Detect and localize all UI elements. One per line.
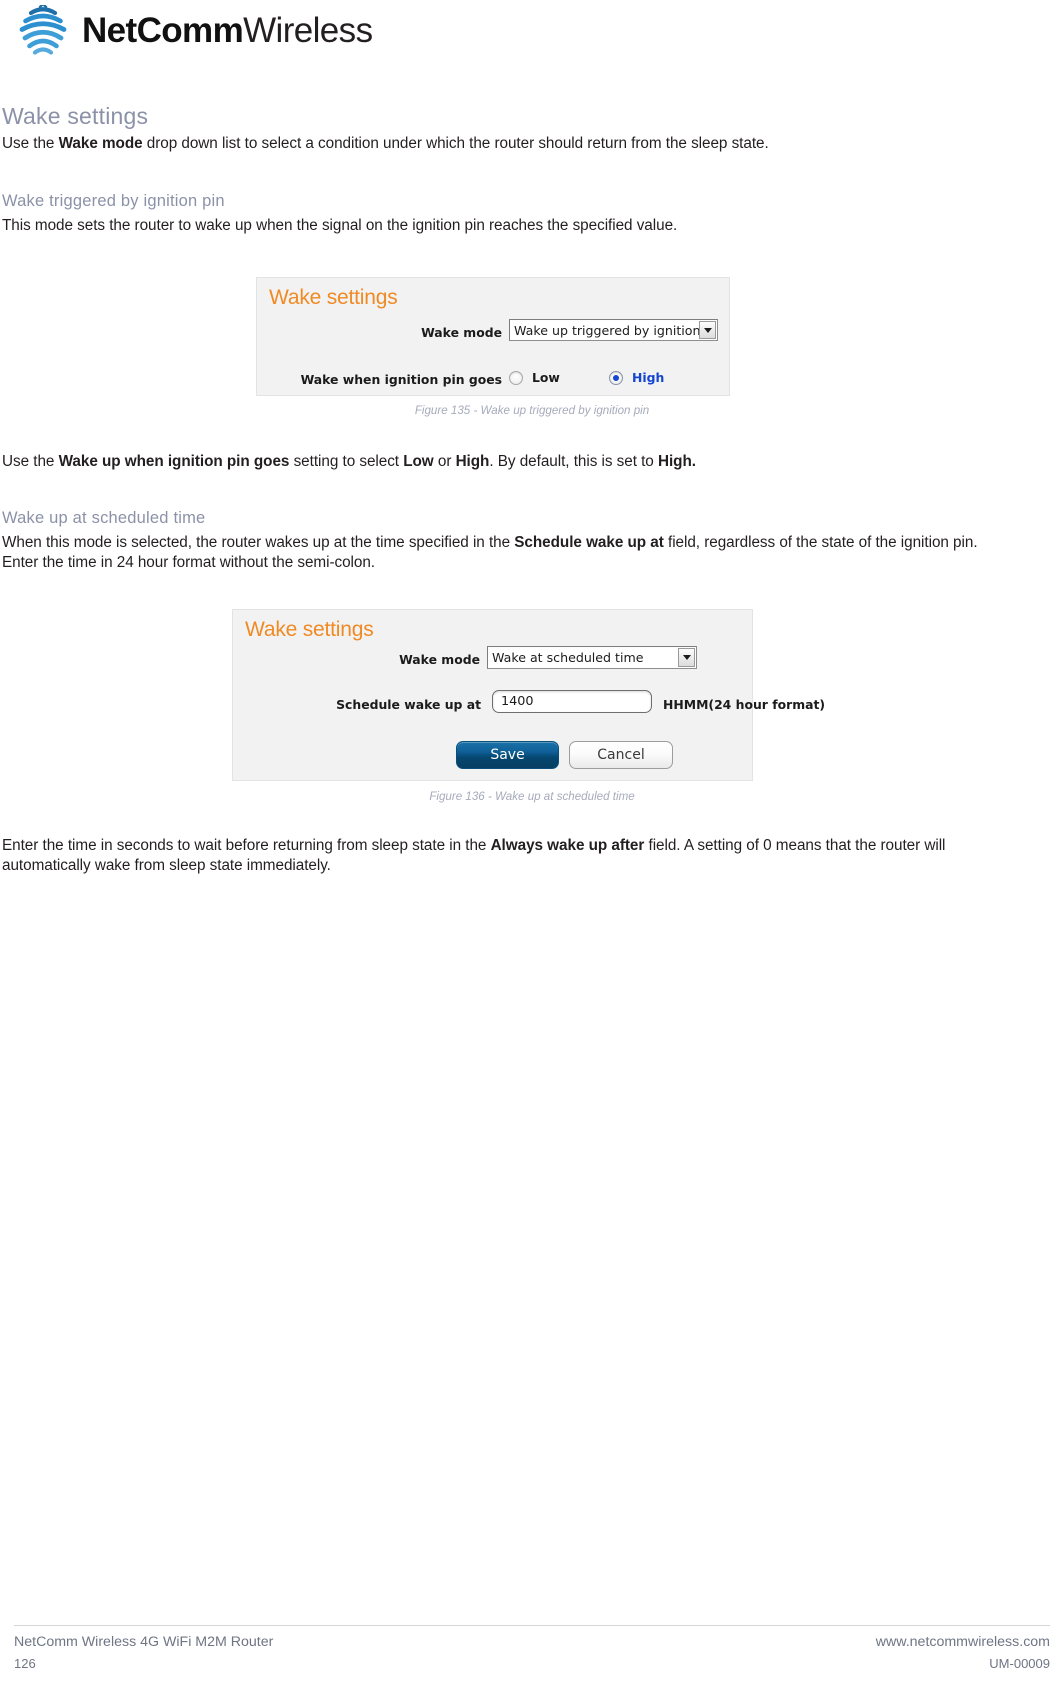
brand-name-light: Wireless	[243, 10, 373, 50]
p3-term-schedule: Schedule wake up at	[514, 534, 664, 551]
time-format-hint: HHMM(24 hour format)	[663, 697, 826, 712]
radio-low-indicator[interactable]	[509, 370, 523, 385]
chevron-down-icon[interactable]	[699, 321, 716, 339]
wake-mode-select-2[interactable]: Wake at scheduled time	[487, 646, 697, 669]
wake-mode-select[interactable]: Wake up triggered by ignition pin	[509, 319, 718, 341]
intro-text-post: drop down list to select a condition und…	[142, 135, 769, 152]
p2-term-low: Low	[403, 453, 434, 470]
p4-term-always-wake: Always wake up after	[490, 837, 645, 854]
brand-name-bold: NetComm	[82, 10, 244, 50]
wake-mode-label: Wake mode	[421, 325, 502, 340]
wifi-signal-arcs-icon	[14, 5, 72, 55]
schedule-wake-up-at-input[interactable]: 1400	[492, 690, 652, 713]
wake-when-ignition-pin-goes-label: Wake when ignition pin goes	[300, 372, 502, 387]
radio-high-indicator[interactable]	[609, 370, 623, 385]
brand-wordmark: NetCommWireless	[82, 10, 373, 50]
figure-136-caption: Figure 136 - Wake up at scheduled time	[429, 790, 635, 803]
p2-pre: Use the	[2, 453, 59, 470]
p4-pre: Enter the time in seconds to wait before…	[2, 837, 491, 854]
p2-mid-2: or	[433, 453, 456, 470]
paragraph-low-high: Use the Wake up when ignition pin goes s…	[2, 452, 1002, 472]
p2-term-1: Wake up when ignition pin goes	[58, 453, 290, 470]
p2-mid-1: setting to select	[289, 453, 404, 470]
intro-text-pre: Use the	[2, 135, 59, 152]
subheading-wake-up-at-scheduled-time: Wake up at scheduled time	[2, 509, 206, 527]
footer-product-name: NetComm Wireless 4G WiFi M2M Router	[14, 1634, 274, 1650]
figure-135-caption: Figure 135 - Wake up triggered by igniti…	[414, 404, 650, 417]
screenshot-title: Wake settings	[269, 286, 398, 309]
ignition-pin-paragraph: This mode sets the router to wake up whe…	[2, 217, 678, 234]
subheading-wake-triggered-by-ignition-pin: Wake triggered by ignition pin	[2, 192, 225, 210]
paragraph-always-wake-up-after: Enter the time in seconds to wait before…	[2, 836, 1006, 875]
schedule-wake-up-at-label: Schedule wake up at	[336, 697, 481, 712]
footer-divider	[14, 1625, 1050, 1626]
radio-high-label: High	[632, 370, 665, 385]
footer-page-number: 126	[14, 1656, 36, 1671]
p2-mid-3: . By default, this is set to	[489, 453, 658, 470]
p2-term-default: High.	[657, 453, 696, 470]
page-title-wake-settings: Wake settings	[2, 103, 149, 129]
p3-pre: When this mode is selected, the router w…	[2, 534, 515, 551]
document-page: NetCommWireless Wake settings Use the Wa…	[0, 0, 1064, 1690]
radio-low-label: Low	[532, 370, 560, 385]
intro-paragraph: Use the Wake mode drop down list to sele…	[2, 134, 1002, 154]
scheduled-time-paragraph: When this mode is selected, the router w…	[2, 533, 1004, 572]
wake-mode-label-2: Wake mode	[399, 652, 480, 667]
wake-mode-selected-value: Wake up triggered by ignition pin	[514, 322, 699, 338]
radio-option-low[interactable]: Low	[509, 370, 560, 385]
cancel-button[interactable]: Cancel	[569, 741, 673, 769]
screenshot-title-2: Wake settings	[245, 618, 374, 641]
brand-header: NetCommWireless	[14, 4, 373, 56]
chevron-down-icon-2[interactable]	[678, 648, 695, 667]
radio-option-high[interactable]: High	[609, 370, 664, 385]
intro-term-wake-mode: Wake mode	[58, 135, 143, 152]
footer-document-id: UM-00009	[989, 1656, 1050, 1671]
save-button[interactable]: Save	[456, 741, 559, 769]
wake-mode-selected-value-2: Wake at scheduled time	[492, 650, 644, 665]
screenshot-wake-settings-ignition: Wake settings Wake mode Wake up triggere…	[256, 277, 730, 396]
screenshot-wake-settings-scheduled: Wake settings Wake mode Wake at schedule…	[232, 609, 825, 781]
footer-website: www.netcommwireless.com	[875, 1634, 1050, 1650]
schedule-wake-up-at-value: 1400	[501, 694, 534, 709]
p2-term-high: High	[455, 453, 490, 470]
